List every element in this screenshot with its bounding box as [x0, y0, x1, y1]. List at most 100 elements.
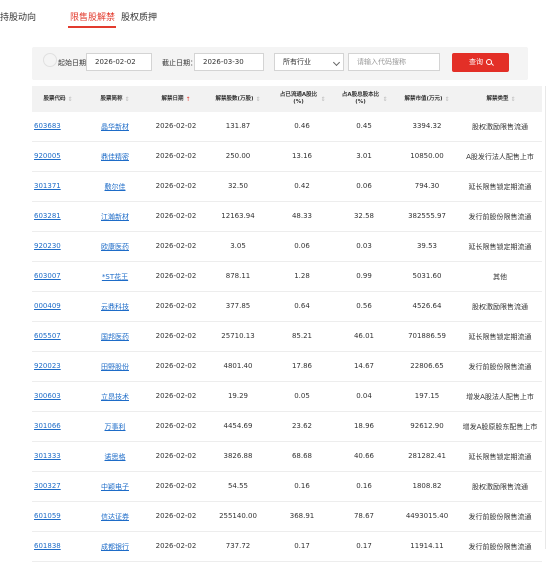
market-value-cell: 794.30: [414, 182, 440, 190]
stock-code-link[interactable]: 300327: [34, 482, 61, 490]
query-button[interactable]: 查询: [452, 53, 509, 72]
stock-name-link[interactable]: 欧康医药: [84, 242, 146, 252]
sort-arrows-icon[interactable]: ⇕: [67, 96, 72, 103]
unlock-date-cell: 2026-02-02: [155, 152, 197, 160]
end-date-input[interactable]: 2026-03-30: [194, 53, 264, 71]
stock-name-link[interactable]: 信达证券: [84, 512, 146, 522]
tab-bar: 持股动向 限售股解禁 股权质押: [0, 0, 558, 30]
stock-code-link[interactable]: 603683: [34, 122, 61, 130]
stock-code-link[interactable]: 601059: [34, 512, 61, 520]
float-ratio-cell: 0.16: [294, 482, 310, 490]
unlock-date-cell: 2026-02-02: [155, 362, 197, 370]
col-unlock-type[interactable]: 解禁类型 ⇕: [460, 86, 542, 112]
tab-equity-pledge[interactable]: 股权质押: [121, 12, 157, 24]
stock-code-link[interactable]: 301371: [34, 182, 61, 190]
stock-name-link[interactable]: *ST花王: [84, 272, 146, 282]
stock-code-link[interactable]: 000409: [34, 302, 61, 310]
unlock-date-cell: 2026-02-02: [155, 332, 197, 340]
stock-name-link[interactable]: 中颖电子: [84, 482, 146, 492]
sort-arrows-icon[interactable]: ⇕: [124, 96, 129, 103]
stock-code-link[interactable]: 301066: [34, 422, 61, 430]
stock-name-link[interactable]: 诺思格: [84, 452, 146, 462]
stock-code-link[interactable]: 920005: [34, 152, 61, 160]
total-ratio-cell: 78.67: [353, 512, 375, 520]
unlock-shares-cell: 3.05: [230, 242, 246, 250]
total-ratio-cell: 0.45: [356, 122, 372, 130]
stock-name-link[interactable]: 国邦医药: [84, 332, 146, 342]
stock-name-link[interactable]: 晶华新材: [84, 122, 146, 132]
float-ratio-cell: 0.46: [294, 122, 310, 130]
stock-name-link[interactable]: 云鼎科技: [84, 302, 146, 312]
active-tab-indicator: [68, 26, 116, 28]
unlock-date-cell: 2026-02-02: [155, 212, 197, 220]
unlock-shares-cell: 131.87: [225, 122, 251, 130]
stock-name-link[interactable]: 田野股份: [84, 362, 146, 372]
stock-name-link[interactable]: 江瀚新材: [84, 212, 146, 222]
stock-name-link[interactable]: 万事利: [84, 422, 146, 432]
col-unlock-date[interactable]: 解禁日期 ↑: [146, 86, 206, 112]
market-value-cell: 5031.60: [412, 272, 442, 280]
col-market-value[interactable]: 解禁市值(万元) ⇕: [394, 86, 460, 112]
start-date-input[interactable]: 2026-02-02: [86, 53, 152, 71]
stock-search-input[interactable]: 请输入代码搜称: [348, 53, 440, 71]
unlock-shares-cell: 25710.13: [221, 332, 255, 340]
tab-holding-trends[interactable]: 持股动向: [0, 12, 36, 24]
market-value-cell: 197.15: [414, 392, 440, 400]
unlock-date-cell: 2026-02-02: [155, 452, 197, 460]
stock-code-link[interactable]: 605507: [34, 332, 61, 340]
col-float-ratio[interactable]: 占已流通A股比(%) ⇕: [270, 86, 334, 112]
sort-arrows-icon[interactable]: ⇕: [320, 96, 325, 103]
total-ratio-cell: 46.01: [353, 332, 375, 340]
unlock-date-cell: 2026-02-02: [155, 482, 197, 490]
sort-arrows-icon[interactable]: ⇕: [382, 96, 387, 103]
col-stock-name[interactable]: 股票简称 ⇕: [84, 86, 146, 112]
stock-code-link[interactable]: 301333: [34, 452, 61, 460]
market-value-cell: 281282.41: [408, 452, 446, 460]
stock-code-link[interactable]: 603281: [34, 212, 61, 220]
unlock-shares-cell: 377.85: [225, 302, 251, 310]
unlock-shares-cell: 878.11: [225, 272, 251, 280]
stock-name-link[interactable]: 成都银行: [84, 542, 146, 552]
float-ratio-cell: 0.64: [294, 302, 310, 310]
unlock-shares-cell: 3826.88: [223, 452, 253, 460]
float-ratio-cell: 23.62: [291, 422, 313, 430]
market-value-cell: 3394.32: [412, 122, 442, 130]
unlock-shares-cell: 250.00: [225, 152, 251, 160]
stock-code-link[interactable]: 920230: [34, 242, 61, 250]
col-stock-code[interactable]: 股票代码 ⇕: [32, 86, 84, 112]
market-value-cell: 701886.59: [408, 332, 446, 340]
sort-arrows-icon[interactable]: ⇕: [445, 96, 450, 103]
market-value-cell: 92612.90: [410, 422, 444, 430]
end-date-label: 截止日期：: [162, 59, 197, 67]
sort-arrows-icon[interactable]: ⇕: [256, 96, 261, 103]
stock-name-link[interactable]: 立昂技术: [84, 392, 146, 402]
stock-name-link[interactable]: 鼎佳精密: [84, 152, 146, 162]
help-circle-icon: [43, 53, 57, 67]
sort-up-icon[interactable]: ↑: [185, 96, 190, 103]
tab-restricted-unlock[interactable]: 限售股解禁: [70, 12, 115, 24]
unlock-date-cell: 2026-02-02: [155, 422, 197, 430]
unlock-date-cell: 2026-02-02: [155, 302, 197, 310]
total-ratio-cell: 32.58: [353, 212, 375, 220]
float-ratio-cell: 0.05: [294, 392, 310, 400]
total-ratio-cell: 0.16: [356, 482, 372, 490]
unlock-date-cell: 2026-02-02: [155, 122, 197, 130]
stock-code-link[interactable]: 300603: [34, 392, 61, 400]
market-value-cell: 4526.64: [412, 302, 442, 310]
float-ratio-cell: 1.28: [294, 272, 310, 280]
total-ratio-cell: 3.01: [356, 152, 372, 160]
unlock-shares-cell: 54.55: [227, 482, 249, 490]
float-ratio-cell: 368.91: [289, 512, 315, 520]
float-ratio-cell: 13.16: [291, 152, 313, 160]
float-ratio-cell: 48.33: [291, 212, 313, 220]
float-ratio-cell: 0.06: [294, 242, 310, 250]
market-value-cell: 22806.65: [410, 362, 444, 370]
col-unlock-shares[interactable]: 解禁股数(万股) ⇕: [206, 86, 270, 112]
unlock-type-cell: 延长限售锁定期流通: [468, 453, 532, 461]
stock-code-link[interactable]: 920023: [34, 362, 61, 370]
col-total-ratio[interactable]: 占A股总股本比(%) ⇕: [334, 86, 394, 112]
unlock-shares-cell: 4801.40: [223, 362, 253, 370]
stock-code-link[interactable]: 603007: [34, 272, 61, 280]
stock-name-link[interactable]: 敷尔佳: [84, 182, 146, 192]
sort-arrows-icon[interactable]: ⇕: [510, 96, 515, 103]
